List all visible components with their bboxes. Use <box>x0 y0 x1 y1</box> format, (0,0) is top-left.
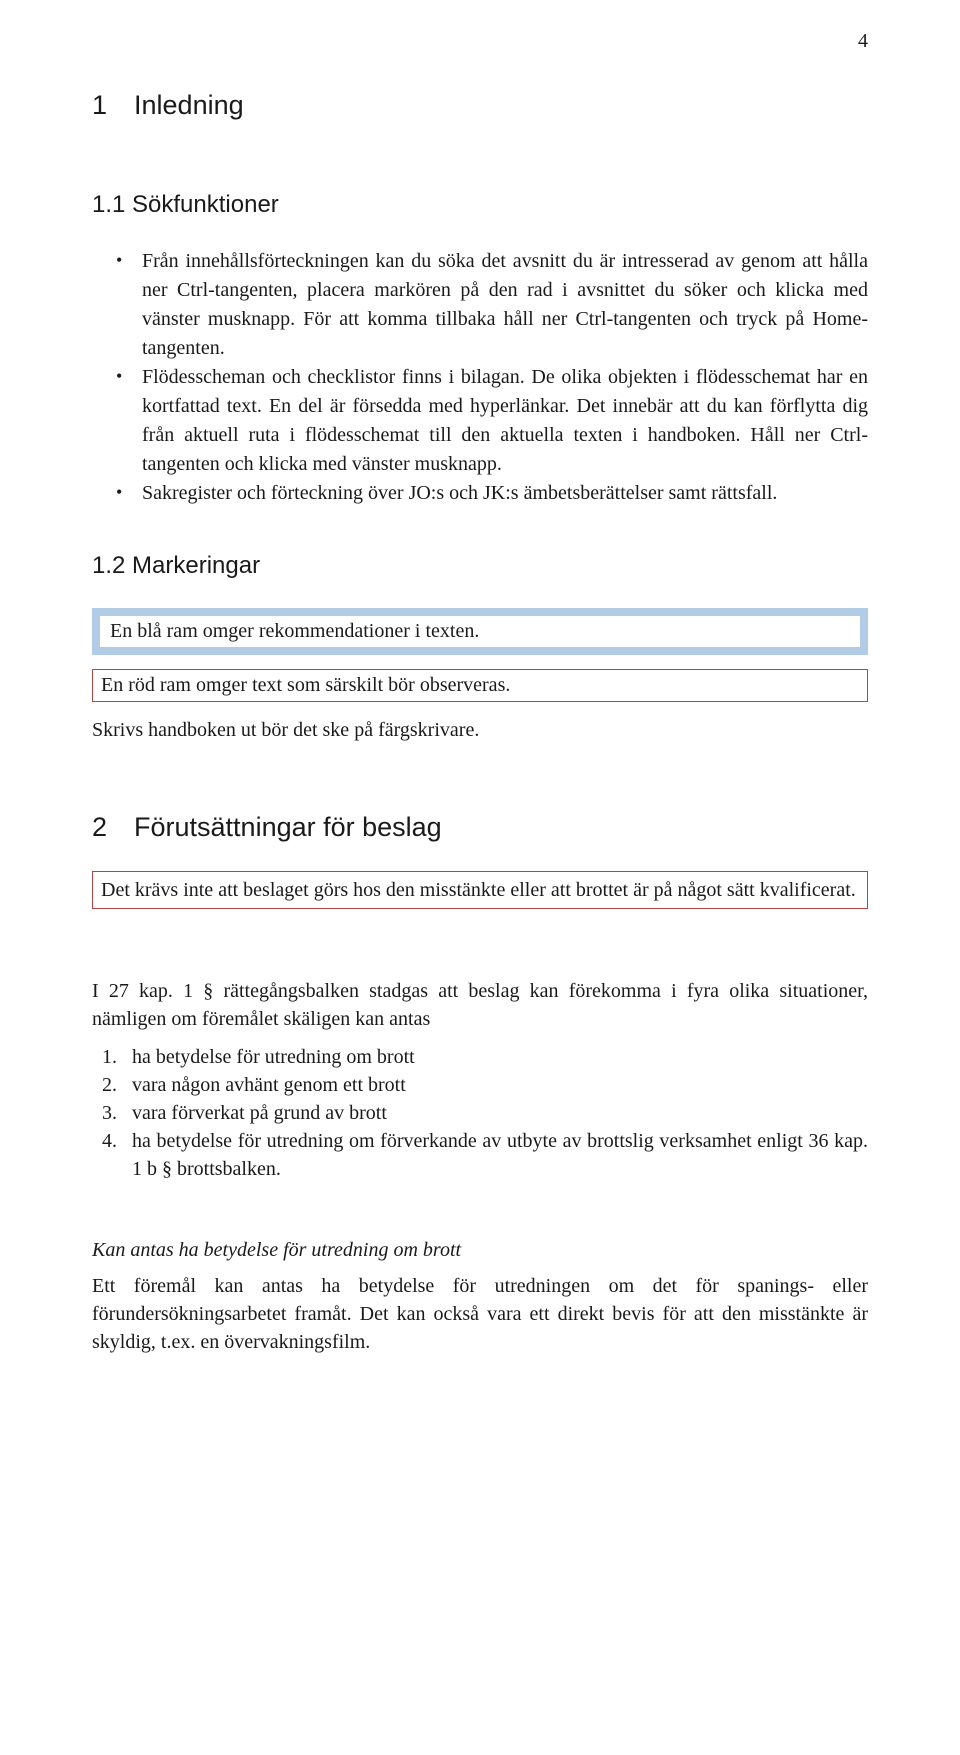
section-1-heading: 1 Inledning <box>92 90 868 121</box>
blue-recommendation-box: En blå ram omger rekommendationer i text… <box>92 608 868 655</box>
section-1-1-heading: 1.1 Sökfunktioner <box>92 191 868 219</box>
list-item: Flödesscheman och checklistor finns i bi… <box>116 363 868 479</box>
list-item: ha betydelse för utredning om brott <box>122 1043 868 1071</box>
list-item: Sakregister och förteckning över JO:s oc… <box>116 479 868 508</box>
section-1-2-heading: 1.2 Markeringar <box>92 552 868 580</box>
section-2-heading: 2 Förutsättningar för beslag <box>92 812 868 843</box>
beslag-situations-list: ha betydelse för utredning om brott vara… <box>92 1043 868 1183</box>
red-observe-box: En röd ram omger text som särskilt bör o… <box>92 669 868 702</box>
subsection-para: Ett föremål kan antas ha betydelse för u… <box>92 1272 868 1356</box>
list-item: vara förverkat på grund av brott <box>122 1099 868 1127</box>
page-number: 4 <box>858 30 868 53</box>
subsection-heading: Kan antas ha betydelse för utredning om … <box>92 1239 868 1262</box>
section-2-intro: I 27 kap. 1 § rättegångsbalken stadgas a… <box>92 977 868 1033</box>
list-item: vara någon avhänt genom ett brott <box>122 1071 868 1099</box>
page: 4 1 Inledning 1.1 Sökfunktioner Från inn… <box>0 0 960 1755</box>
red-observe-box-2: Det krävs inte att beslaget görs hos den… <box>92 871 868 909</box>
sokfunktioner-list: Från innehållsförteckningen kan du söka … <box>116 247 868 508</box>
list-item: ha betydelse för utredning om förverkand… <box>122 1127 868 1183</box>
list-item: Från innehållsförteckningen kan du söka … <box>116 247 868 363</box>
printer-note: Skrivs handboken ut bör det ske på färgs… <box>92 716 868 744</box>
